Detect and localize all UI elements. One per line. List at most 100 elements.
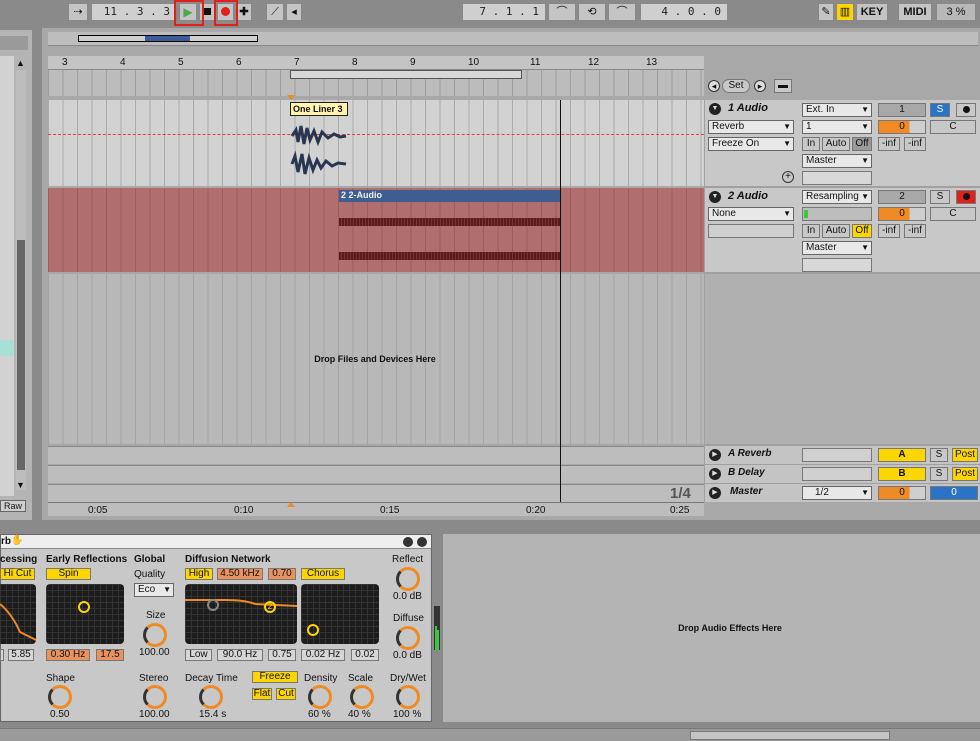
scroll-down-icon[interactable]: ▼	[16, 480, 25, 490]
scroll-left-circle-icon[interactable]: ◂	[708, 80, 720, 92]
overdub-button[interactable]: ✚	[236, 3, 252, 21]
track-2-pan[interactable]: C	[930, 207, 976, 221]
punch-out-button[interactable]: ⌒	[608, 3, 636, 21]
track-1-monitor-off[interactable]: Off	[852, 137, 872, 151]
size-knob[interactable]	[143, 623, 167, 647]
cut-button[interactable]: Cut	[276, 688, 296, 700]
scale-knob[interactable]	[350, 685, 374, 709]
chorus-amount-field[interactable]: 0.02	[351, 649, 379, 661]
return-b-activator[interactable]: B	[878, 467, 926, 481]
low-freq-field[interactable]: 90.0 Hz	[217, 649, 263, 661]
raw-button[interactable]: Raw	[0, 500, 26, 512]
er-amount-field[interactable]: 17.5	[96, 649, 124, 661]
shape-knob[interactable]	[48, 685, 72, 709]
loop-length[interactable]: 4 . 0 . 0	[640, 3, 728, 21]
midi-map-button[interactable]: MIDI	[898, 3, 932, 21]
loop-brace[interactable]	[48, 70, 704, 96]
time-ruler[interactable]: 0:05 0:10 0:15 0:20 0:25	[48, 502, 704, 516]
stereo-knob[interactable]	[143, 685, 167, 709]
track-2-monitor-off[interactable]: Off	[852, 224, 872, 238]
track-2-monitor-auto[interactable]: Auto	[822, 224, 850, 238]
return-b-output[interactable]	[802, 467, 872, 481]
diffuse-knob[interactable]	[396, 626, 420, 650]
loop-button[interactable]: ⟲	[578, 3, 606, 21]
return-a-solo-button[interactable]: S	[930, 448, 948, 462]
track-1-input-type[interactable]: Ext. In	[802, 103, 872, 117]
er-freq-field[interactable]: 0.30 Hz	[46, 649, 90, 661]
return-b-fold-icon[interactable]: ▶	[709, 468, 721, 480]
return-b-lane[interactable]	[48, 465, 704, 483]
return-b-solo-button[interactable]: S	[930, 467, 948, 481]
return-a-output[interactable]	[802, 448, 872, 462]
add-automation-icon[interactable]: +	[782, 171, 794, 183]
flat-button[interactable]: Flat	[252, 688, 272, 700]
dry-wet-knob[interactable]	[396, 685, 420, 709]
track-1-name[interactable]: 1 Audio	[728, 102, 768, 114]
high-button[interactable]: High	[185, 568, 213, 580]
track-1-arm-button[interactable]	[956, 103, 976, 117]
clip-2-2-audio[interactable]: 2 2-Audio	[339, 190, 560, 272]
master-name[interactable]: Master	[730, 486, 762, 497]
scroll-thumb[interactable]	[17, 240, 25, 470]
draw-mode-button[interactable]: ⟋	[266, 3, 284, 21]
scroll-right-circle-icon[interactable]: ▸	[754, 80, 766, 92]
density-knob[interactable]	[308, 685, 332, 709]
track-1-input-channel[interactable]: 1	[802, 120, 872, 134]
overview-window[interactable]	[78, 35, 258, 42]
bar-ruler[interactable]: 3 4 5 6 7 8 9 10 11 12 13	[48, 56, 704, 70]
track-1-solo-button[interactable]: S	[930, 103, 950, 117]
master-output[interactable]: 1/2	[802, 486, 872, 500]
track-2-input-type[interactable]: Resampling	[802, 190, 872, 204]
track-2-name[interactable]: 2 Audio	[728, 190, 768, 202]
browser-scrollbar[interactable]	[16, 70, 26, 490]
processing-xy-pad[interactable]	[0, 584, 36, 644]
low-handle[interactable]	[207, 599, 219, 611]
track-1-fold-icon[interactable]: ▼	[709, 103, 721, 115]
track-2-param-chooser[interactable]	[708, 224, 794, 238]
clip-one-liner-3[interactable]: One Liner 3	[290, 102, 348, 184]
decay-time-knob[interactable]	[199, 685, 223, 709]
chorus-button[interactable]: Chorus	[301, 568, 345, 580]
return-a-post-button[interactable]: Post	[952, 448, 978, 462]
processing-value-field[interactable]: 5.85	[8, 649, 34, 661]
reflect-knob[interactable]	[396, 567, 420, 591]
master-lane[interactable]	[48, 484, 704, 502]
track-1-monitor-auto[interactable]: Auto	[822, 137, 850, 151]
chorus-handle[interactable]	[307, 624, 319, 636]
track-1-activator[interactable]: 1	[878, 103, 926, 117]
chorus-rate-field[interactable]: 0.02 Hz	[301, 649, 345, 661]
overdub-toggle-icon[interactable]: ▬	[774, 79, 792, 93]
save-preset-icon[interactable]	[417, 537, 427, 547]
spin-button[interactable]: Spin	[46, 568, 91, 580]
high-handle[interactable]: 2	[264, 601, 276, 613]
chorus-xy-pad[interactable]	[301, 584, 379, 644]
track-1-param-chooser[interactable]: Freeze On	[708, 137, 794, 151]
freeze-button[interactable]: Freeze	[252, 671, 298, 683]
pencil-icon[interactable]: ✎	[818, 3, 834, 21]
overview-strip[interactable]	[48, 32, 978, 46]
hi-cut-button[interactable]: Hi Cut	[0, 568, 35, 580]
master-fold-icon[interactable]: ▶	[709, 487, 721, 499]
scroll-up-icon[interactable]: ▲	[16, 58, 25, 68]
loop-start[interactable]: 7 . 1 . 1	[462, 3, 546, 21]
track-1-output-sub[interactable]	[802, 171, 872, 185]
arrangement-position[interactable]: 11 . 3 . 3	[91, 3, 177, 21]
master-pan[interactable]: 0	[930, 486, 978, 500]
track-2-solo-button[interactable]: S	[930, 190, 950, 204]
track-2-output-sub[interactable]	[802, 258, 872, 272]
early-reflections-xy-pad[interactable]	[46, 584, 124, 644]
device-title-bar[interactable]: rb ✋	[1, 535, 431, 549]
punch-in-button[interactable]: ⌒	[548, 3, 576, 21]
track-1-lane[interactable]	[48, 100, 704, 186]
high-q-field[interactable]: 0.70	[268, 568, 296, 580]
return-a-activator[interactable]: A	[878, 448, 926, 462]
er-handle[interactable]	[78, 601, 90, 613]
return-a-fold-icon[interactable]: ▶	[709, 449, 721, 461]
back-to-arrangement-button[interactable]: ◂	[286, 3, 302, 21]
follow-button[interactable]: ⇢	[68, 3, 88, 21]
keyboard-icon[interactable]: ▥	[836, 3, 854, 21]
track-2-fold-icon[interactable]: ▼	[709, 191, 721, 203]
diffusion-eq-display[interactable]: 2	[185, 584, 297, 644]
low-q-field[interactable]: 0.75	[268, 649, 296, 661]
track-2-device-chooser[interactable]: None	[708, 207, 794, 221]
